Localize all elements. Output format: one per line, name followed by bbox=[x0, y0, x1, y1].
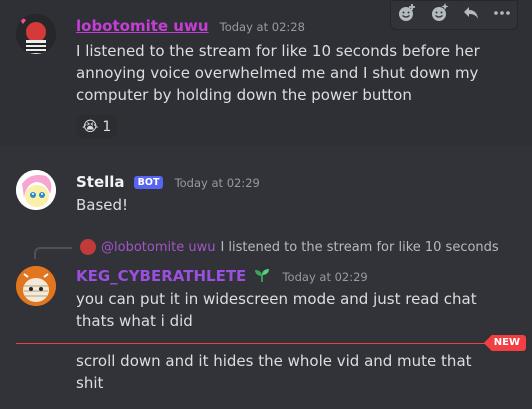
avatar-image bbox=[16, 170, 56, 210]
crying-emoji-icon: 😭 bbox=[82, 119, 99, 135]
avatar[interactable] bbox=[16, 170, 56, 210]
timestamp: Today at 02:28 bbox=[219, 20, 305, 34]
reply-username[interactable]: @lobotomite uwu bbox=[101, 240, 215, 255]
timestamp: Today at 02:29 bbox=[282, 270, 368, 284]
reaction-count: 1 bbox=[102, 119, 112, 135]
message-content: Based! bbox=[76, 194, 128, 216]
reaction-button[interactable]: 😭 1 bbox=[76, 115, 118, 139]
avatar[interactable] bbox=[16, 266, 56, 306]
message-line: computer by holding down the power butto… bbox=[76, 86, 412, 104]
message-line: shit bbox=[76, 374, 104, 392]
reply-preview[interactable]: I listened to the stream for like 10 sec… bbox=[220, 240, 498, 255]
message-continuation[interactable]: scroll down and it hides the whole vid a… bbox=[0, 350, 532, 406]
more-icon[interactable] bbox=[493, 4, 511, 26]
message-content: you can put it in widescreen mode and ju… bbox=[76, 288, 477, 332]
message-line: I listened to the stream for like 10 sec… bbox=[76, 42, 480, 60]
new-badge: NEW bbox=[483, 335, 526, 351]
bot-tag: BOT bbox=[133, 176, 164, 189]
message-line: annoying voice overwhelmed me and I shut… bbox=[76, 64, 479, 82]
new-messages-divider bbox=[16, 343, 516, 344]
reply-reference[interactable]: @lobotomite uwu I listened to the stream… bbox=[80, 239, 499, 255]
avatar[interactable] bbox=[16, 14, 56, 54]
timestamp: Today at 02:29 bbox=[174, 176, 260, 190]
message-line: you can put it in widescreen mode and ju… bbox=[76, 290, 477, 308]
add-reaction-icon[interactable] bbox=[397, 3, 417, 27]
message-content: scroll down and it hides the whole vid a… bbox=[76, 350, 472, 394]
sprout-icon bbox=[253, 267, 271, 287]
message-line: thats what i did bbox=[76, 312, 193, 330]
message-content: I listened to the stream for like 10 sec… bbox=[76, 40, 480, 106]
reply-icon[interactable] bbox=[462, 4, 480, 26]
reply-avatar bbox=[80, 239, 96, 255]
username[interactable]: KEG_CYBERATHLETE bbox=[76, 267, 246, 285]
username[interactable]: Stella bbox=[76, 173, 125, 191]
avatar-image bbox=[16, 14, 56, 54]
message-stella[interactable]: Stella BOT Today at 02:29 Based! bbox=[0, 160, 532, 220]
message-line: scroll down and it hides the whole vid a… bbox=[76, 352, 472, 370]
message-keg[interactable]: KEG_CYBERATHLETE Today at 02:29 you can … bbox=[0, 258, 532, 338]
super-reaction-icon[interactable] bbox=[430, 3, 450, 27]
message-line: Based! bbox=[76, 196, 129, 214]
avatar-image bbox=[16, 266, 56, 306]
username[interactable]: lobotomite uwu bbox=[76, 17, 209, 35]
message-hover-toolbar bbox=[390, 0, 518, 30]
